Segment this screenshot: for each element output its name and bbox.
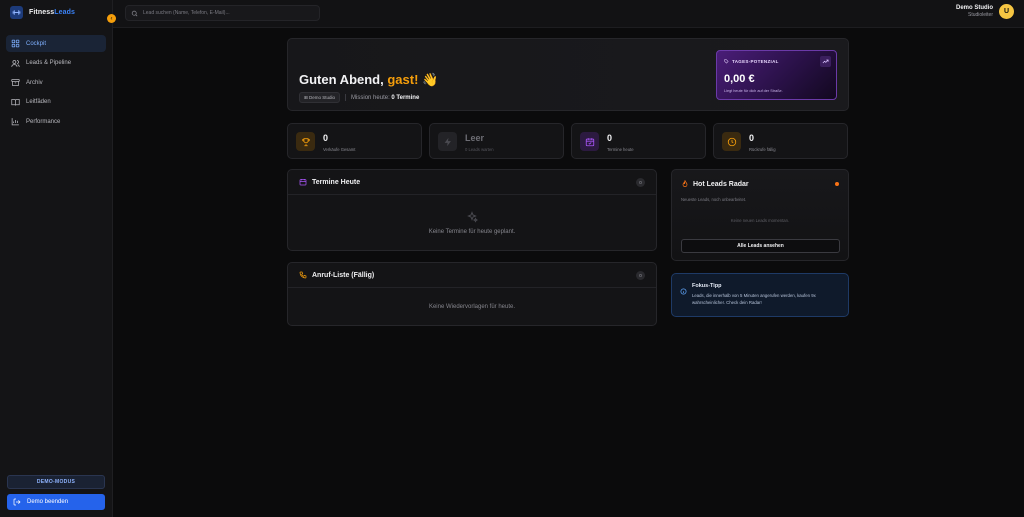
tip-text: Leads, die innerhalb von 5 Minuten anger… <box>692 293 816 305</box>
sidebar-item-label: Leads & Pipeline <box>26 60 72 66</box>
potential-sub: Liegt heute für dich auf der Straße. <box>724 89 783 93</box>
termine-panel: Termine Heute 0 Keine Termine für heute … <box>287 169 657 251</box>
user-menu[interactable]: Demo Studio Studioleiter U <box>956 4 1014 19</box>
bolt-icon <box>438 132 457 151</box>
tip-title: Fokus-Tipp <box>692 283 722 289</box>
brand-name: FitnessLeads <box>29 9 75 16</box>
panel-title: Hot Leads Radar <box>681 180 749 188</box>
topbar: Demo Studio Studioleiter U <box>113 0 1024 28</box>
greeting-heading: Guten Abend, gast! 👋 <box>299 72 438 88</box>
greeting-text: Guten Abend, <box>299 72 388 87</box>
empty-state: Keine Wiedervorlagen für heute. <box>428 304 516 310</box>
info-icon <box>680 282 687 300</box>
stat-label: Rückrufe fällig <box>749 147 776 152</box>
stat-card-leads: Leer 0 Leads warten <box>429 123 564 159</box>
archive-icon <box>11 79 20 86</box>
flame-icon <box>682 180 688 188</box>
demo-end-button[interactable]: Demo beenden <box>7 494 105 510</box>
search-input[interactable] <box>143 10 313 16</box>
demo-end-label: Demo beenden <box>27 499 69 505</box>
count-badge: 0 <box>636 178 645 187</box>
trend-up-icon <box>820 56 831 67</box>
sidebar: FitnessLeads Cockpit Leads & Pipeline Ar… <box>0 0 113 517</box>
sidebar-item-archiv[interactable]: Archiv <box>6 74 106 91</box>
stat-value: 0 <box>749 133 755 143</box>
book-icon <box>11 98 20 106</box>
dumbbell-icon <box>10 6 23 19</box>
users-icon <box>11 59 20 67</box>
stat-value: 0 <box>607 133 613 143</box>
stat-card-sales: 0 Verkäufe Gesamt <box>287 123 422 159</box>
panel-title: Anruf-Liste (Fällig) <box>299 271 374 279</box>
calendar-icon <box>580 132 599 151</box>
stat-card-termine: 0 Termine heute <box>571 123 706 159</box>
sidebar-item-label: Cockpit <box>26 40 47 47</box>
wave-emoji: 👋 <box>422 72 439 87</box>
anruf-panel: Anruf-Liste (Fällig) 0 Keine Wiedervorla… <box>287 262 657 326</box>
live-indicator <box>835 182 839 186</box>
hero-meta: ⊞ Demo Studio Mission heute: 0 Termine <box>299 92 419 103</box>
sidebar-item-cockpit[interactable]: Cockpit <box>6 35 106 52</box>
mission-label: Mission heute: <box>351 94 390 101</box>
chart-icon <box>11 118 19 126</box>
sidebar-item-label: Performance <box>26 118 61 125</box>
logout-icon <box>13 498 21 506</box>
grid-icon <box>11 39 20 48</box>
sidebar-item-leads[interactable]: Leads & Pipeline <box>6 55 106 72</box>
brand[interactable]: FitnessLeads <box>10 6 75 19</box>
search-box[interactable] <box>125 5 320 21</box>
user-role: Studioleiter <box>967 12 993 18</box>
hot-subtitle: Neueste Leads, noch unbearbeitet. <box>681 197 747 202</box>
mission-text: Mission heute: 0 Termine <box>351 95 419 101</box>
potential-label-text: TAGES-POTENZIAL <box>732 59 779 64</box>
tag-icon <box>724 59 729 64</box>
sidebar-item-performance[interactable]: Performance <box>6 113 106 130</box>
stat-label: Termine heute <box>607 147 634 152</box>
panel-header: Termine Heute 0 <box>288 170 656 195</box>
phone-icon <box>299 271 307 279</box>
panel-title: Termine Heute <box>299 178 360 186</box>
sidebar-item-leitfaeden[interactable]: Leitfäden <box>6 94 106 111</box>
trophy-icon <box>296 132 315 151</box>
studio-chip: ⊞ Demo Studio <box>299 92 341 103</box>
greeting-name: gast! <box>387 72 419 87</box>
panel-title-text: Hot Leads Radar <box>693 180 749 188</box>
all-leads-button[interactable]: Alle Leads ansehen <box>681 239 840 253</box>
stat-value: Leer <box>465 133 485 143</box>
divider <box>345 94 347 101</box>
mission-value: 0 Termine <box>391 94 420 101</box>
potential-label: TAGES-POTENZIAL <box>724 59 779 64</box>
sidebar-item-label: Archiv <box>26 79 43 86</box>
hot-leads-panel: Hot Leads Radar Neueste Leads, noch unbe… <box>671 169 849 261</box>
sidebar-collapse-button[interactable]: ‹ <box>107 14 116 23</box>
demo-mode-badge: DEMO-MODUS <box>7 475 105 489</box>
count-badge: 0 <box>636 271 645 280</box>
avatar[interactable]: U <box>999 4 1014 19</box>
empty-state: Keine Termine für heute geplant. <box>428 229 516 235</box>
potential-value: 0,00 € <box>724 73 755 85</box>
stat-label: 0 Leads warten <box>465 147 494 152</box>
calendar-icon <box>299 179 307 186</box>
chevron-left-icon: ‹ <box>110 15 113 22</box>
search-icon <box>131 10 138 16</box>
panel-header: Anruf-Liste (Fällig) 0 <box>288 263 656 288</box>
stat-value: 0 <box>323 133 329 143</box>
panel-title-text: Termine Heute <box>312 178 361 186</box>
panel-title-text: Anruf-Liste (Fällig) <box>312 271 375 279</box>
potential-card[interactable]: TAGES-POTENZIAL 0,00 € Liegt heute für d… <box>716 50 837 100</box>
app-root: FitnessLeads Cockpit Leads & Pipeline Ar… <box>0 0 1024 517</box>
stat-card-rueckrufe: 0 Rückrufe fällig <box>713 123 848 159</box>
user-info: Demo Studio Studioleiter <box>956 5 993 18</box>
hero-card: Guten Abend, gast! 👋 ⊞ Demo Studio Missi… <box>287 38 849 111</box>
stat-label: Verkäufe Gesamt <box>323 147 356 152</box>
focus-tip-card: Fokus-Tipp Leads, die innerhalb von 5 Mi… <box>671 273 849 317</box>
sidebar-nav: Cockpit Leads & Pipeline Archiv Leitfäde… <box>6 35 106 133</box>
clock-icon <box>722 132 741 151</box>
empty-state: Keine neuen Leads momentan. <box>730 218 790 223</box>
sparkles-icon <box>466 210 479 228</box>
sidebar-item-label: Leitfäden <box>26 99 51 105</box>
user-name: Demo Studio <box>956 5 993 11</box>
